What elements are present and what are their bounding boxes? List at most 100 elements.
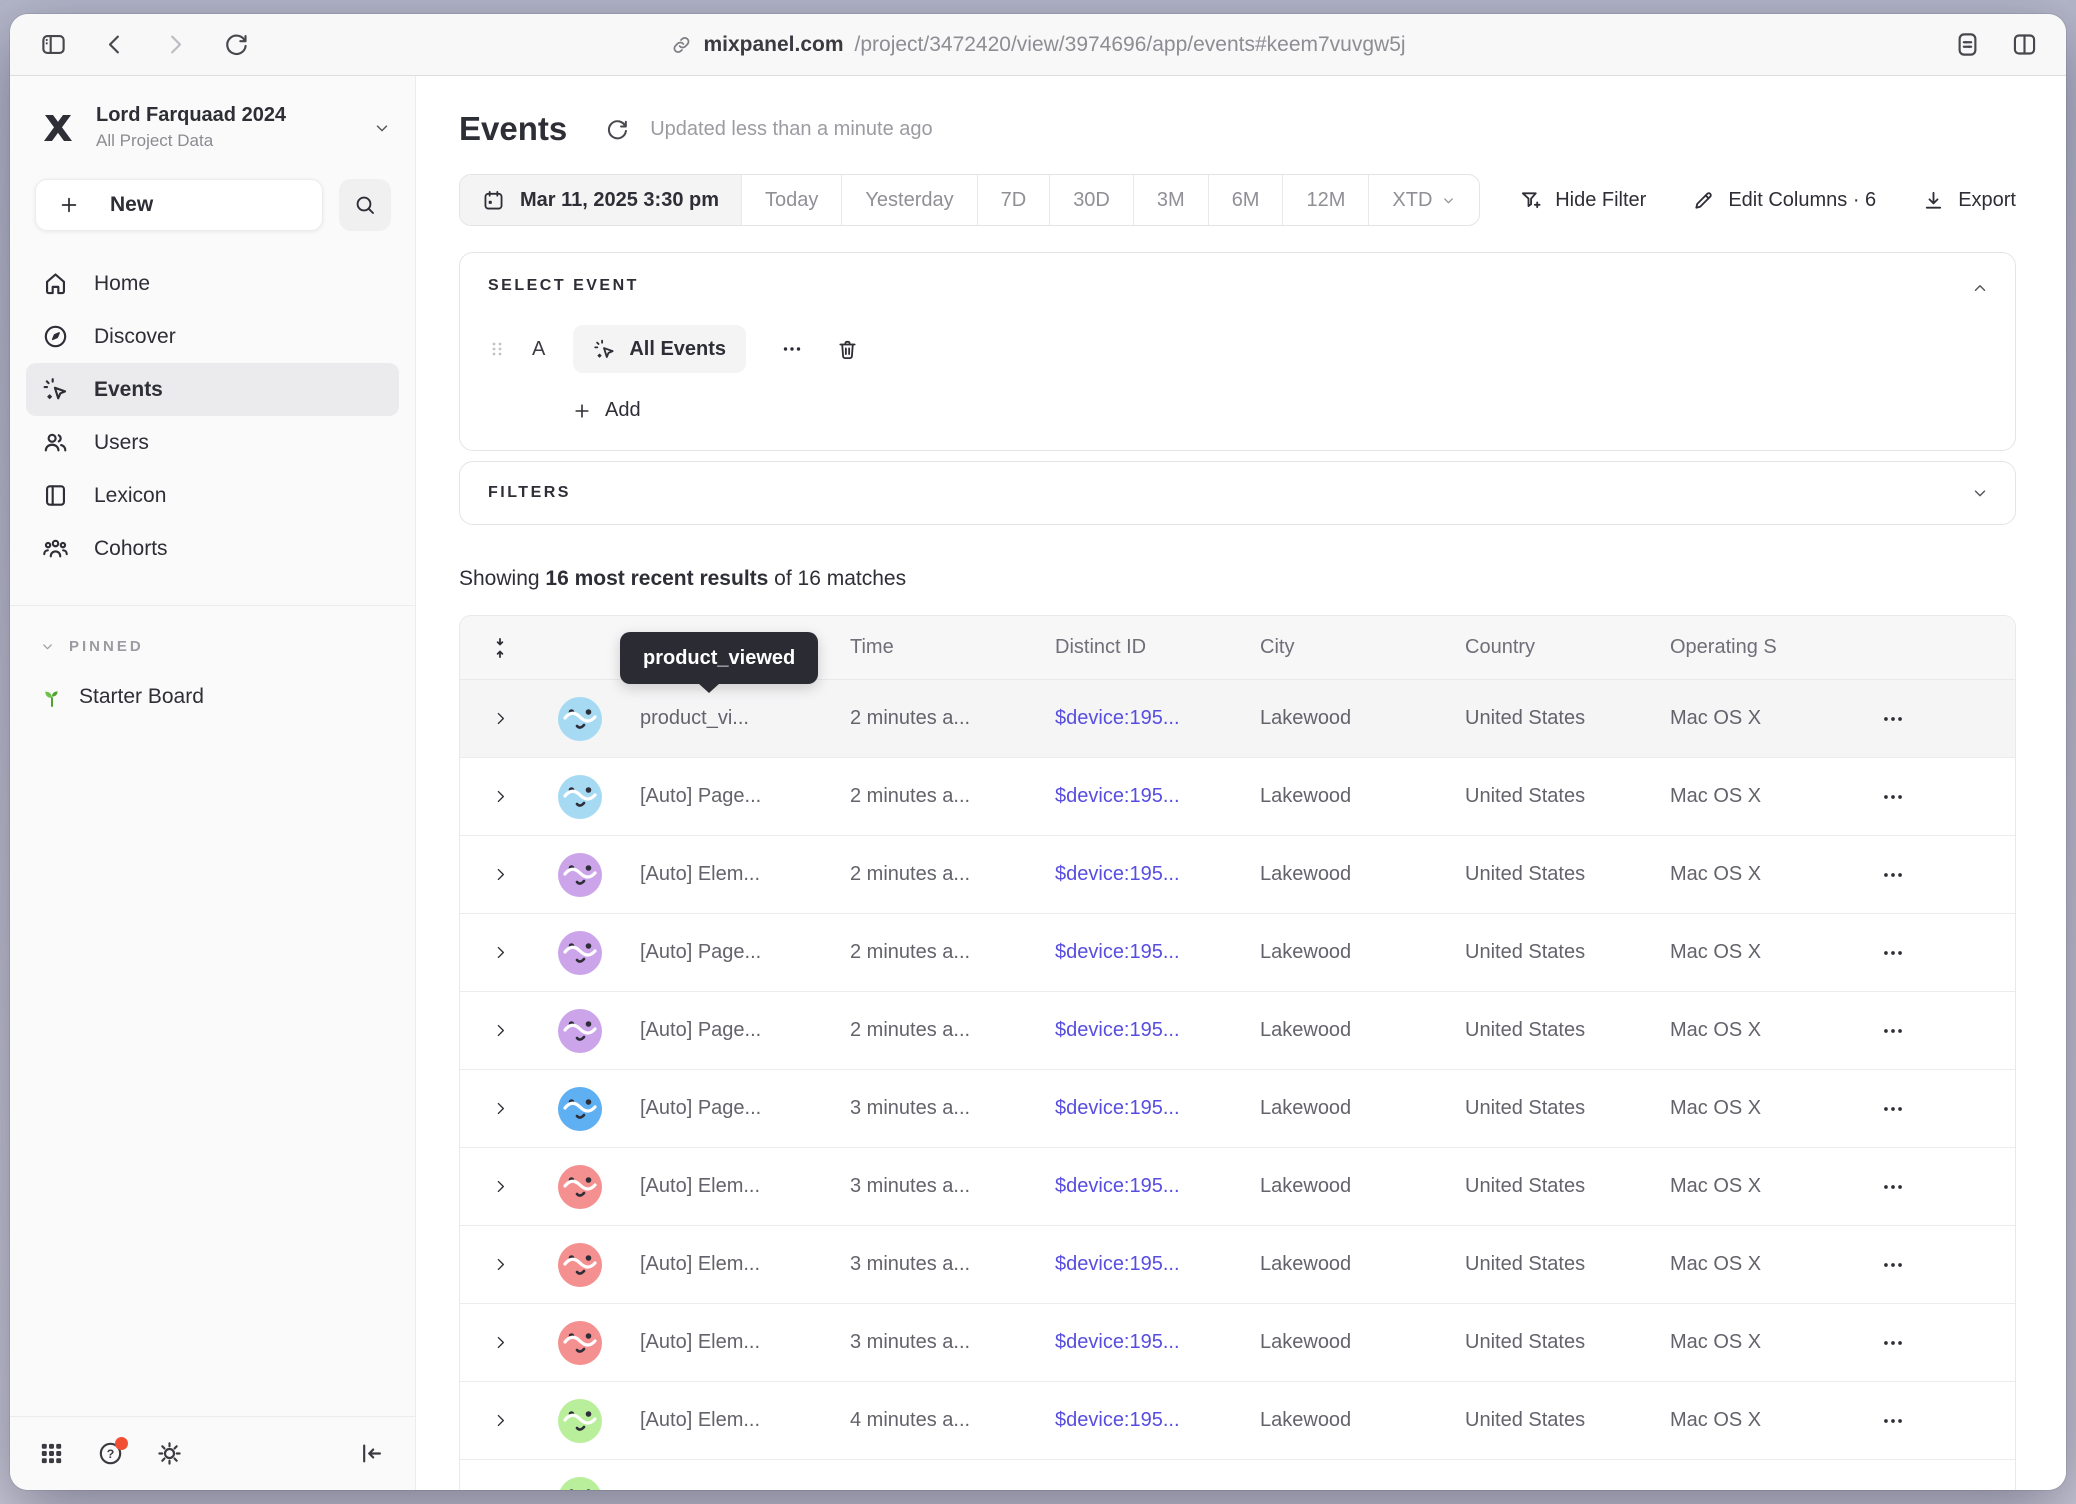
city-cell: Lakewood	[1240, 785, 1445, 808]
chevron-down-icon[interactable]	[1971, 484, 1989, 502]
split-view-icon[interactable]	[2011, 31, 2038, 58]
country-cell: United States	[1445, 863, 1650, 886]
table-row[interactable]: [Auto] Page... 3 minutes a... $device:19…	[460, 1070, 2015, 1148]
column-header-operating-system[interactable]: Operating S	[1650, 636, 1850, 659]
drag-handle-icon[interactable]	[488, 337, 506, 361]
row-menu-icon[interactable]	[1880, 1252, 1906, 1278]
browser-sidebar-toggle-icon[interactable]	[40, 31, 67, 58]
range-30d[interactable]: 30D	[1049, 175, 1133, 225]
sidebar-item-users[interactable]: Users	[26, 416, 399, 469]
edit-columns-button[interactable]: Edit Columns · 6	[1692, 189, 1876, 212]
events-table-body: product_vi... 2 minutes a... $device:195…	[460, 680, 2015, 1490]
distinct-id-link[interactable]: $device:195...	[1055, 707, 1180, 729]
table-row[interactable]: [Auto] Elem... 2 minutes a... $device:19…	[460, 836, 2015, 914]
add-event-button[interactable]: Add	[572, 399, 1989, 422]
distinct-id-link[interactable]: $device:195...	[1055, 785, 1180, 807]
row-menu-icon[interactable]	[1880, 706, 1906, 732]
hide-filter-button[interactable]: Hide Filter	[1519, 189, 1646, 212]
range-yesterday[interactable]: Yesterday	[841, 175, 976, 225]
range-12m[interactable]: 12M	[1282, 175, 1368, 225]
column-header-distinct-id[interactable]: Distinct ID	[1035, 636, 1240, 659]
row-menu-icon[interactable]	[1880, 940, 1906, 966]
back-icon[interactable]	[101, 31, 128, 58]
expand-row-icon[interactable]	[492, 866, 509, 883]
pinned-section-header[interactable]: PINNED	[40, 638, 415, 655]
row-menu-icon[interactable]	[1880, 1486, 1906, 1491]
expand-row-icon[interactable]	[492, 1100, 509, 1117]
row-menu-icon[interactable]	[1880, 1174, 1906, 1200]
os-cell: Mac OS X	[1650, 1409, 1850, 1432]
sidebar-item-cohorts[interactable]: Cohorts	[26, 522, 399, 575]
expand-row-icon[interactable]	[492, 1412, 509, 1429]
apps-grid-icon[interactable]	[38, 1440, 65, 1467]
row-menu-icon[interactable]	[1880, 1096, 1906, 1122]
date-picker-button[interactable]: Mar 11, 2025 3:30 pm	[460, 175, 741, 225]
column-header-country[interactable]: Country	[1445, 636, 1650, 659]
refresh-icon[interactable]	[605, 117, 630, 142]
column-header-time[interactable]: Time	[830, 636, 1035, 659]
range-7d[interactable]: 7D	[977, 175, 1050, 225]
export-button[interactable]: Export	[1922, 189, 2016, 212]
range-3m[interactable]: 3M	[1133, 175, 1208, 225]
distinct-id-link[interactable]: $device:195...	[1055, 941, 1180, 963]
expand-row-icon[interactable]	[492, 944, 509, 961]
event-name: [Auto] Elem...	[620, 1253, 830, 1276]
expand-row-icon[interactable]	[492, 710, 509, 727]
table-row[interactable]: [Auto] Page... 2 minutes a... $device:19…	[460, 992, 2015, 1070]
new-button[interactable]: New	[35, 179, 323, 231]
collapse-sidebar-icon[interactable]	[358, 1440, 385, 1467]
project-switcher[interactable]: Lord Farquaad 2024 All Project Data	[38, 104, 391, 151]
range-xtd[interactable]: XTD	[1368, 175, 1479, 225]
distinct-id-link[interactable]: $device:195...	[1055, 863, 1180, 885]
row-menu-icon[interactable]	[1880, 784, 1906, 810]
table-row[interactable]	[460, 1460, 2015, 1490]
address-bar[interactable]: mixpanel.com/project/3472420/view/397469…	[670, 14, 1405, 76]
distinct-id-link[interactable]: $device:195...	[1055, 1175, 1180, 1197]
table-row[interactable]: [Auto] Elem... 3 minutes a... $device:19…	[460, 1226, 2015, 1304]
pinned-item-starter-board[interactable]: Starter Board	[40, 685, 415, 709]
delete-icon[interactable]	[836, 338, 859, 361]
range-today[interactable]: Today	[741, 175, 841, 225]
sidebar-item-events[interactable]: Events	[26, 363, 399, 416]
all-events-chip[interactable]: All Events	[573, 325, 746, 373]
edit-columns-label: Edit Columns · 6	[1728, 189, 1876, 212]
reload-icon[interactable]	[223, 31, 250, 58]
expand-row-icon[interactable]	[492, 1178, 509, 1195]
row-menu-icon[interactable]	[1880, 1330, 1906, 1356]
table-row[interactable]: [Auto] Page... 2 minutes a... $device:19…	[460, 758, 2015, 836]
table-row[interactable]: [Auto] Elem... 3 minutes a... $device:19…	[460, 1304, 2015, 1382]
chevron-down-icon	[373, 119, 391, 137]
forward-icon[interactable]	[162, 31, 189, 58]
collapse-all-rows-icon[interactable]	[489, 635, 511, 661]
search-button[interactable]	[339, 179, 391, 231]
sidebar-item-discover[interactable]: Discover	[26, 310, 399, 363]
help-icon[interactable]: ?	[97, 1440, 124, 1467]
expand-row-icon[interactable]	[492, 1256, 509, 1273]
expand-row-icon[interactable]	[492, 1022, 509, 1039]
distinct-id-link[interactable]: $device:195...	[1055, 1331, 1180, 1353]
page-settings-icon[interactable]	[1954, 31, 1981, 58]
row-menu-icon[interactable]	[1880, 862, 1906, 888]
more-options-icon[interactable]	[780, 337, 804, 361]
row-menu-icon[interactable]	[1880, 1408, 1906, 1434]
distinct-id-link[interactable]: $device:195...	[1055, 1409, 1180, 1431]
expand-row-icon[interactable]	[492, 1334, 509, 1351]
filters-panel[interactable]: FILTERS	[459, 461, 2016, 525]
sidebar-item-lexicon[interactable]: Lexicon	[26, 469, 399, 522]
row-menu-icon[interactable]	[1880, 1018, 1906, 1044]
table-row[interactable]: [Auto] Elem... 4 minutes a... $device:19…	[460, 1382, 2015, 1460]
distinct-id-link[interactable]: $device:195...	[1055, 1253, 1180, 1275]
range-6m[interactable]: 6M	[1208, 175, 1283, 225]
table-row[interactable]: [Auto] Page... 2 minutes a... $device:19…	[460, 914, 2015, 992]
event-name: [Auto] Page...	[620, 941, 830, 964]
table-row[interactable]: [Auto] Elem... 3 minutes a... $device:19…	[460, 1148, 2015, 1226]
distinct-id-link[interactable]: $device:195...	[1055, 1019, 1180, 1041]
sidebar-item-home[interactable]: Home	[26, 257, 399, 310]
expand-row-icon[interactable]	[492, 788, 509, 805]
settings-gear-icon[interactable]	[156, 1440, 183, 1467]
column-header-city[interactable]: City	[1240, 636, 1445, 659]
distinct-id-link[interactable]: $device:195...	[1055, 1097, 1180, 1119]
table-row[interactable]: product_vi... 2 minutes a... $device:195…	[460, 680, 2015, 758]
event-time: 2 minutes a...	[830, 785, 1035, 808]
chevron-up-icon[interactable]	[1971, 279, 1989, 297]
